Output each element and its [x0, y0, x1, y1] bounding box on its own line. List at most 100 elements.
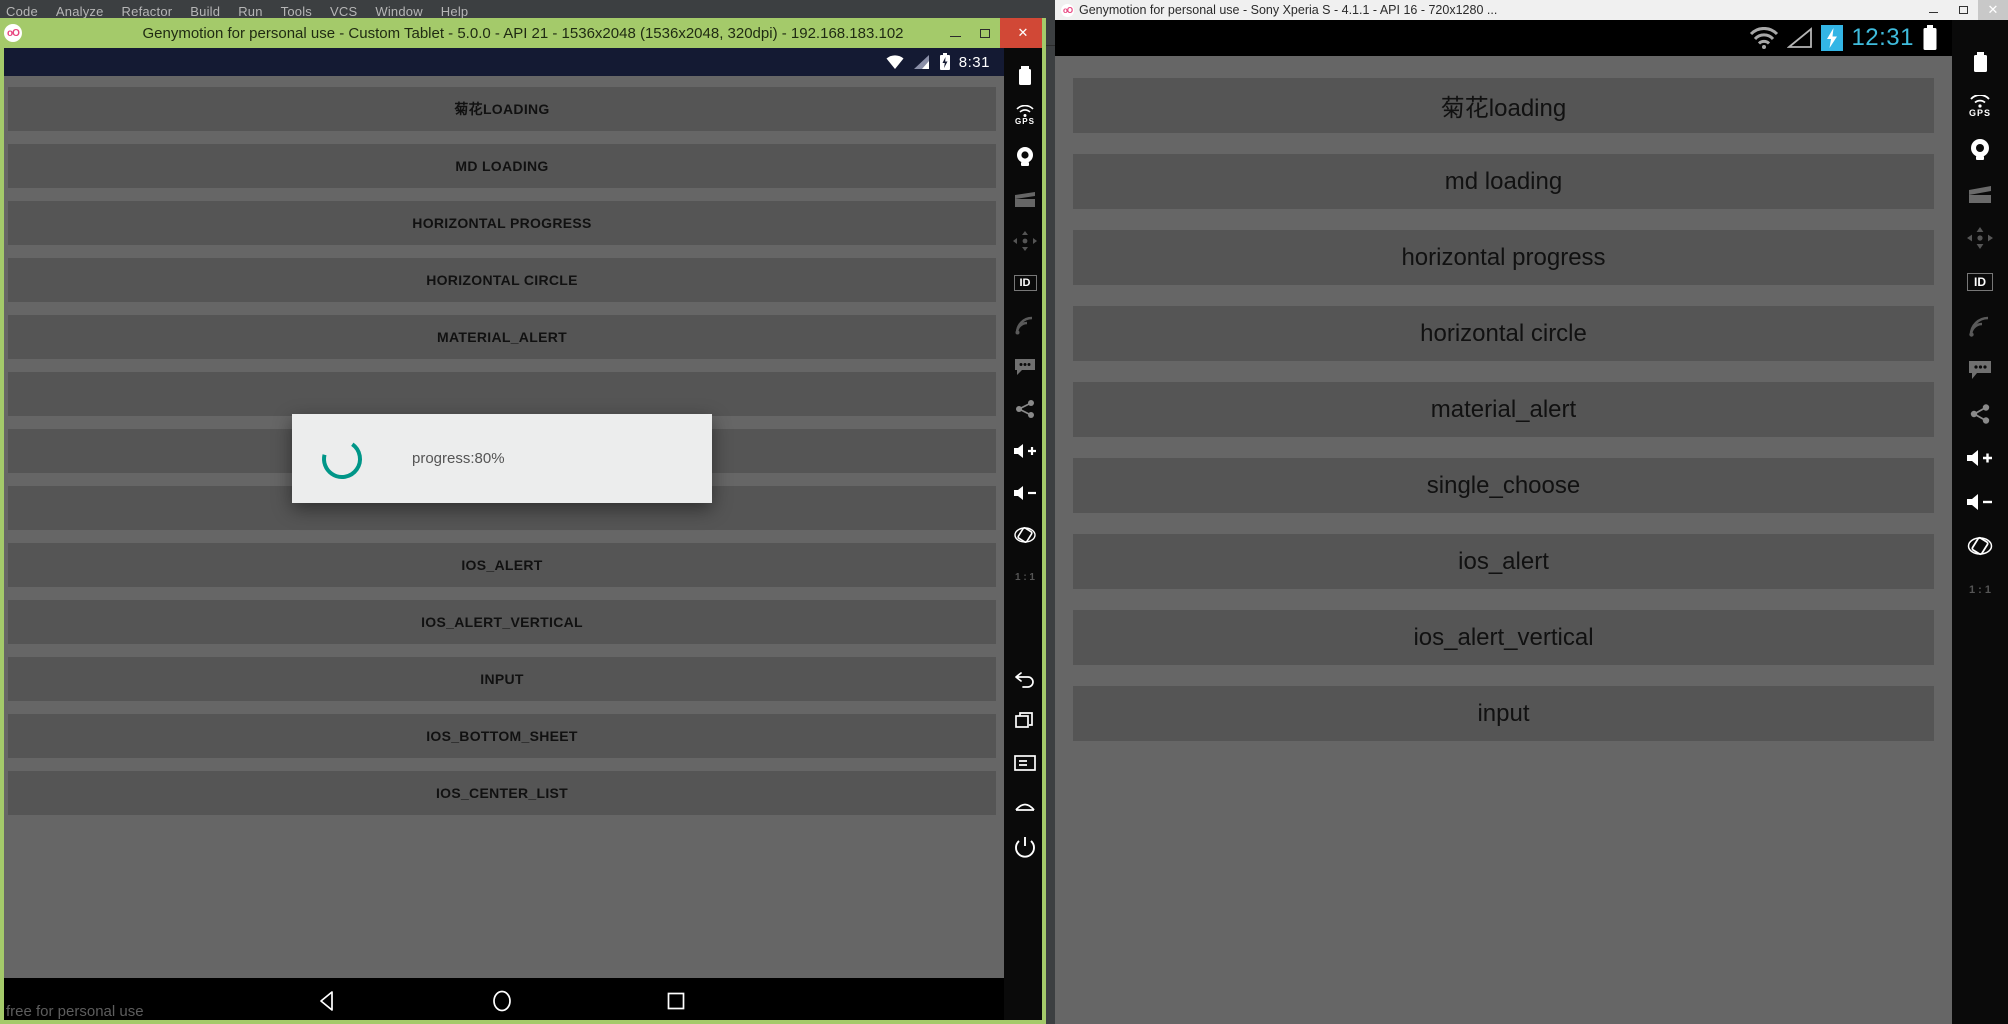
left-window-controls[interactable]: ✕: [940, 18, 1046, 48]
volume-down-icon[interactable]: [1965, 482, 1995, 522]
left-progress-dialog[interactable]: progress:80%: [292, 414, 712, 503]
left-window-title: Genymotion for personal use - Custom Tab…: [142, 24, 904, 42]
maximize-button[interactable]: [970, 18, 1000, 48]
scale-one-to-one-icon[interactable]: 1 : 1: [1015, 558, 1035, 596]
list-item[interactable]: ios_alert: [1073, 534, 1934, 589]
list-item[interactable]: IOS_BOTTOM_SHEET: [8, 714, 996, 758]
left-window-frame-edge: [0, 18, 4, 1024]
volume-down-icon[interactable]: [1012, 474, 1038, 512]
right-clock: 12:31: [1851, 24, 1914, 51]
share-icon[interactable]: [1014, 390, 1036, 428]
menu-item-run[interactable]: Run: [238, 4, 262, 19]
list-item[interactable]: MATERIAL_ALERT: [8, 315, 996, 359]
home-icon[interactable]: [1014, 786, 1036, 824]
rotate-icon[interactable]: [1013, 516, 1037, 554]
list-item[interactable]: ios_alert_vertical: [1073, 610, 1934, 665]
list-item[interactable]: single_choose: [1073, 458, 1934, 513]
list-item[interactable]: [8, 372, 996, 416]
list-item[interactable]: HORIZONTAL CIRCLE: [8, 258, 996, 302]
list-item[interactable]: IOS_ALERT: [8, 543, 996, 587]
sms-icon[interactable]: [1967, 350, 1993, 390]
list-item[interactable]: IOS_CENTER_LIST: [8, 771, 996, 815]
genymotion-logo-icon: oO: [4, 24, 22, 42]
list-item[interactable]: horizontal progress: [1073, 230, 1934, 285]
gps-icon[interactable]: GPS: [1969, 86, 1991, 126]
menu-item-build[interactable]: Build: [190, 4, 220, 19]
right-list-area[interactable]: 菊花loading md loading horizontal progress…: [1055, 56, 1952, 1024]
list-item-label: material_alert: [1430, 395, 1577, 423]
scale-label: 1 : 1: [1968, 584, 1991, 596]
menu-item-window[interactable]: Window: [375, 4, 422, 19]
clapperboard-icon[interactable]: [1013, 180, 1037, 218]
screenshot-root: Code Analyze Refactor Build Run Tools VC…: [0, 0, 2008, 1024]
battery-icon[interactable]: [1973, 42, 1988, 82]
left-android-screen[interactable]: 8:31 菊花LOADING MD LOADING HORIZONTAL PRO…: [0, 48, 1004, 1024]
minimize-button[interactable]: [1918, 0, 1948, 20]
list-item[interactable]: horizontal circle: [1073, 306, 1934, 361]
rotate-icon[interactable]: [1966, 526, 1994, 566]
battery-icon[interactable]: [1018, 60, 1032, 92]
left-window-titlebar[interactable]: oO Genymotion for personal use - Custom …: [0, 18, 1046, 48]
list-item[interactable]: MD LOADING: [8, 144, 996, 188]
minimize-button[interactable]: [940, 18, 970, 48]
camera-icon[interactable]: [1013, 138, 1037, 176]
close-button[interactable]: ✕: [1000, 18, 1046, 48]
recents-icon[interactable]: [1014, 702, 1036, 740]
list-item[interactable]: md loading: [1073, 154, 1934, 209]
dpad-icon[interactable]: [1012, 222, 1038, 260]
identifiers-icon[interactable]: ID: [1967, 262, 1993, 302]
list-item[interactable]: INPUT: [8, 657, 996, 701]
genymotion-window-sony-xperia-s[interactable]: oO Genymotion for personal use - Sony Xp…: [1055, 0, 2008, 1024]
list-item-label: INPUT: [480, 671, 524, 687]
left-window-body: 8:31 菊花LOADING MD LOADING HORIZONTAL PRO…: [0, 48, 1046, 1024]
close-button[interactable]: ✕: [1978, 0, 2008, 20]
volume-up-icon[interactable]: [1965, 438, 1995, 478]
list-item[interactable]: 菊花LOADING: [8, 87, 996, 131]
maximize-button[interactable]: [1948, 0, 1978, 20]
baseband-icon[interactable]: [1014, 306, 1036, 344]
menu-item-analyze[interactable]: Analyze: [56, 4, 104, 19]
left-list-area[interactable]: 菊花LOADING MD LOADING HORIZONTAL PROGRESS…: [0, 76, 1004, 978]
id-label: ID: [1967, 273, 1993, 291]
back-icon[interactable]: [316, 989, 340, 1013]
list-item[interactable]: material_alert: [1073, 382, 1934, 437]
gps-icon[interactable]: GPS: [1015, 96, 1035, 134]
list-item[interactable]: IOS_ALERT_VERTICAL: [8, 600, 996, 644]
undo-icon[interactable]: [1014, 660, 1036, 698]
list-item[interactable]: HORIZONTAL PROGRESS: [8, 201, 996, 245]
right-status-bar: 12:31: [1055, 20, 1952, 56]
menu-item-tools[interactable]: Tools: [281, 4, 312, 19]
menu-item-code[interactable]: Code: [6, 4, 38, 19]
list-item-label: IOS_CENTER_LIST: [435, 785, 569, 801]
left-genymotion-toolbar[interactable]: GPS ID 1: 1: [1004, 48, 1046, 1024]
identifiers-icon[interactable]: ID: [1013, 264, 1037, 302]
list-item-label: ios_alert_vertical: [1413, 623, 1594, 651]
right-genymotion-toolbar[interactable]: GPS ID 1: 1: [1952, 20, 2008, 1024]
list-item-label: HORIZONTAL PROGRESS: [412, 215, 592, 231]
dpad-icon[interactable]: [1966, 218, 1994, 258]
menu-item-vcs[interactable]: VCS: [330, 4, 357, 19]
volume-up-icon[interactable]: [1012, 432, 1038, 470]
menu-icon[interactable]: [1014, 744, 1036, 782]
list-item[interactable]: 菊花loading: [1073, 78, 1934, 133]
recents-icon[interactable]: [664, 989, 688, 1013]
share-icon[interactable]: [1968, 394, 1992, 434]
home-icon[interactable]: [490, 989, 514, 1013]
personal-use-watermark: free for personal use: [6, 1003, 144, 1020]
power-icon[interactable]: [1014, 828, 1036, 866]
right-window-titlebar[interactable]: oO Genymotion for personal use - Sony Xp…: [1055, 0, 2008, 20]
scale-one-to-one-icon[interactable]: 1 : 1: [1969, 570, 1991, 610]
baseband-icon[interactable]: [1968, 306, 1992, 346]
battery-icon: [1922, 25, 1938, 51]
left-navigation-bar[interactable]: free for personal use: [0, 978, 1004, 1024]
id-label: ID: [1013, 275, 1037, 291]
genymotion-window-custom-tablet[interactable]: oO Genymotion for personal use - Custom …: [0, 18, 1046, 1024]
sms-icon[interactable]: [1013, 348, 1037, 386]
menu-item-help[interactable]: Help: [441, 4, 469, 19]
list-item[interactable]: input: [1073, 686, 1934, 741]
camera-icon[interactable]: [1967, 130, 1993, 170]
right-window-controls[interactable]: ✕: [1918, 0, 2008, 20]
clapperboard-icon[interactable]: [1967, 174, 1993, 214]
menu-item-refactor[interactable]: Refactor: [122, 4, 173, 19]
right-android-screen[interactable]: 12:31 菊花loading md loading horizontal pr…: [1055, 20, 1952, 1024]
